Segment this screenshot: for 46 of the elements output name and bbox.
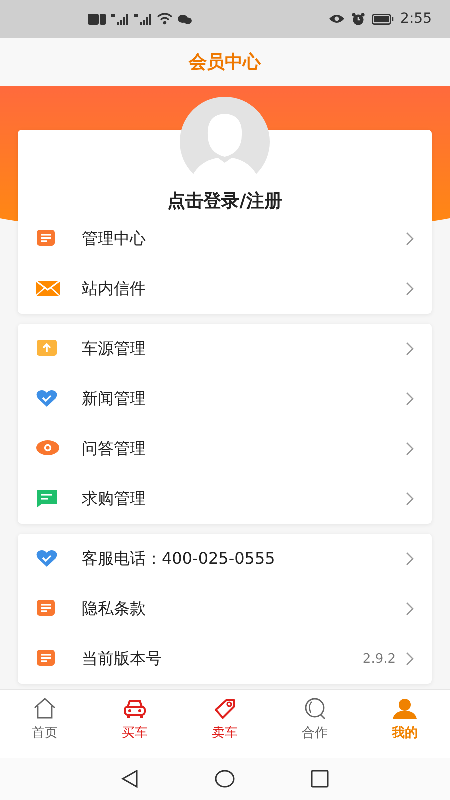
upload-icon [36, 339, 60, 359]
login-link[interactable]: 点击登录/注册 [168, 190, 282, 214]
menu-item[interactable]: 当前版本号 2.9.2 [18, 634, 432, 684]
heart-check-icon [36, 389, 60, 409]
signal-icon [134, 14, 152, 24]
version-number: 2.9.2 [362, 652, 396, 666]
chevron-icon [406, 232, 414, 246]
recents-icon[interactable] [311, 770, 329, 788]
alarm-icon [352, 12, 365, 26]
menu-item[interactable]: 客服电话：400-025-0555 [18, 534, 432, 584]
signal-icon [111, 14, 129, 24]
chevron-icon [406, 282, 414, 296]
price-tag-icon [213, 697, 237, 721]
person-icon [393, 697, 417, 721]
wifi-icon [157, 13, 173, 25]
chevron-icon [406, 442, 414, 456]
chevron-icon [406, 552, 414, 566]
avatar[interactable] [180, 97, 270, 187]
clock-time: 2:55 [400, 11, 432, 27]
heart-check-icon [36, 549, 60, 569]
tab[interactable]: 买车 [90, 690, 180, 758]
menu-item[interactable]: 问答管理 [18, 424, 432, 474]
chevron-icon [406, 652, 414, 666]
battery-icon [372, 14, 394, 24]
menu-item[interactable]: 管理中心 [18, 214, 432, 264]
chevron-icon [406, 342, 414, 356]
tab[interactable]: 合作 [270, 690, 360, 758]
menu-item[interactable]: 隐私条款 [18, 584, 432, 634]
envelope-icon [36, 279, 60, 299]
house-icon [33, 697, 57, 721]
tab[interactable]: 卖车 [180, 690, 270, 758]
chevron-icon [406, 392, 414, 406]
eye-icon [328, 14, 345, 24]
car-icon [123, 697, 147, 721]
chevron-icon [406, 492, 414, 506]
menu-item[interactable]: 新闻管理 [18, 374, 432, 424]
message-icon [36, 489, 60, 509]
page-title: 会员中心 [189, 51, 261, 74]
menu-item[interactable]: 求购管理 [18, 474, 432, 524]
menu-item[interactable]: 车源管理 [18, 324, 432, 374]
menu-item[interactable]: 站内信件 [18, 264, 432, 314]
back-icon[interactable] [121, 770, 139, 788]
home-icon[interactable] [215, 770, 235, 788]
tab[interactable]: 首页 [0, 690, 90, 758]
chevron-icon [406, 602, 414, 616]
chat-bubbles-icon [178, 14, 192, 24]
